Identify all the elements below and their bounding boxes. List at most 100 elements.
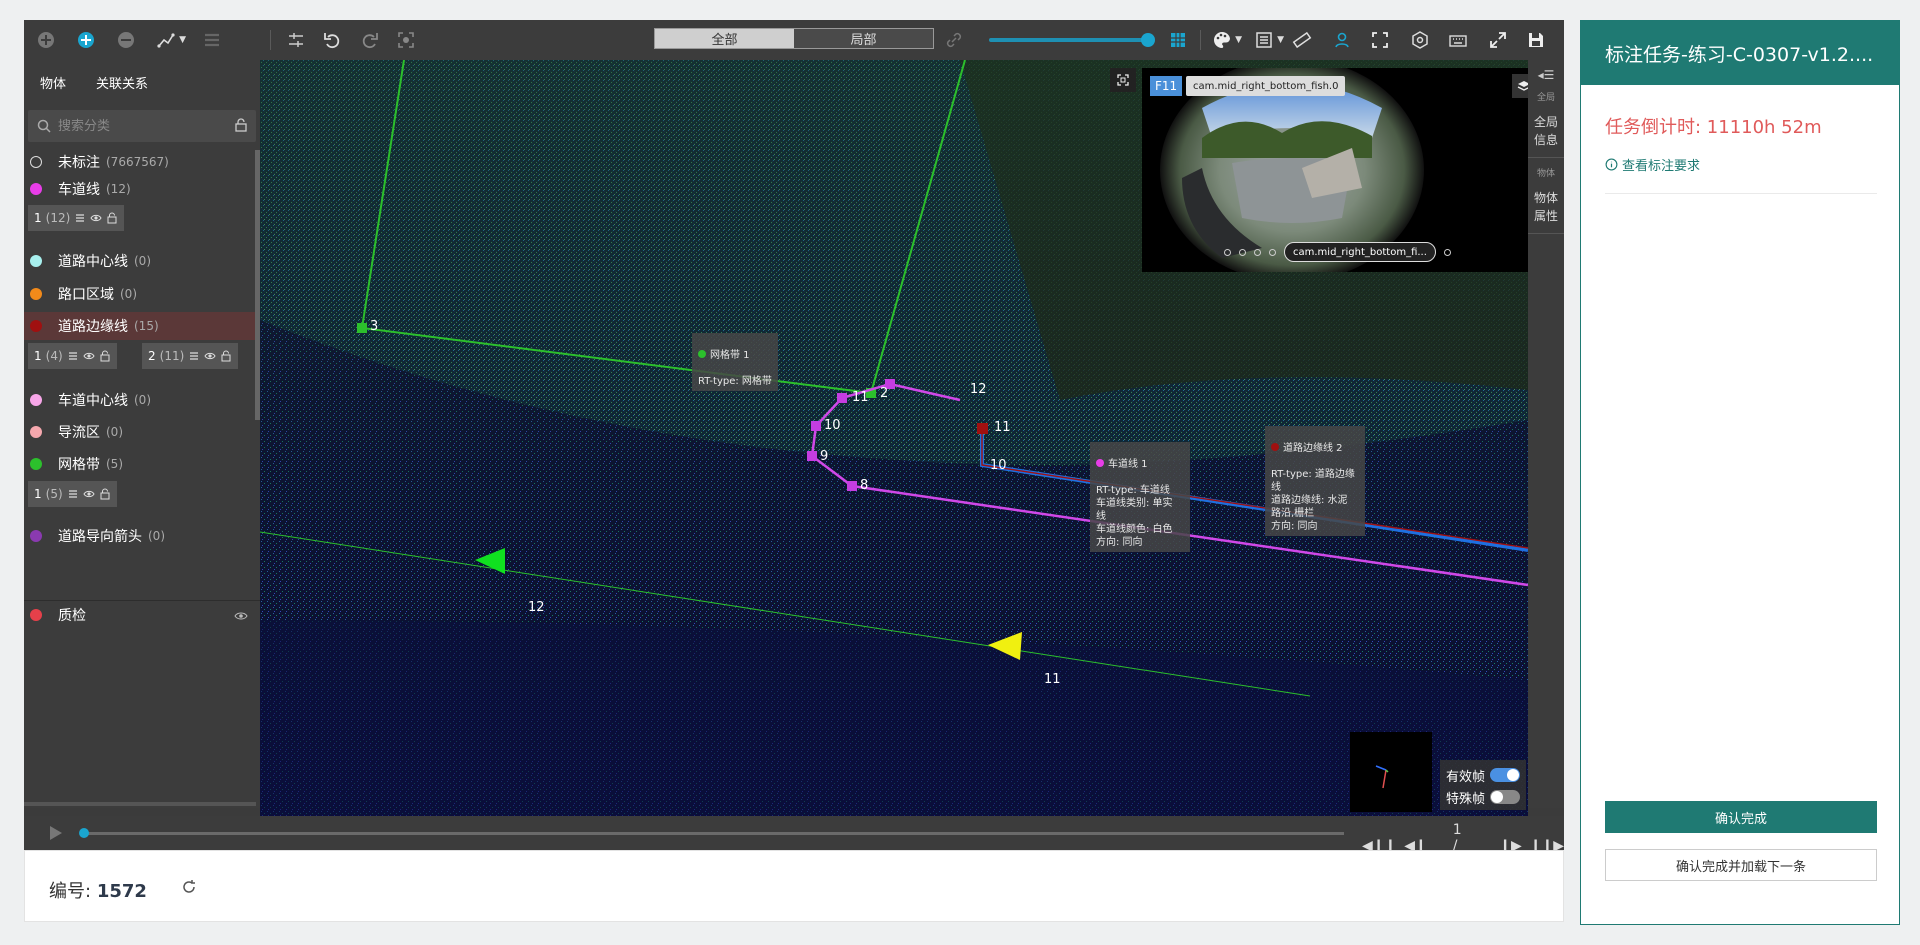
panel-resize-bar[interactable] [24, 802, 256, 806]
instance-chip-edge-1[interactable]: 1 (4) [28, 343, 117, 369]
crosshair-add-icon[interactable] [34, 28, 58, 52]
class-item-junction-area[interactable]: 路口区域 (0) [24, 280, 256, 308]
point-cloud-viewport[interactable]: 3 2 11 12 10 9 8 11 10 12 11 网格带 1 RT-ty… [260, 60, 1528, 816]
ruler-icon[interactable] [1290, 28, 1314, 52]
pager-dot[interactable] [1269, 248, 1276, 256]
class-color-dot [30, 156, 42, 168]
class-item-unlabeled[interactable]: 未标注 (7667567) [24, 148, 256, 176]
list-icon[interactable]: ▼ [1252, 28, 1284, 52]
list-icon[interactable] [67, 488, 79, 500]
play-icon[interactable] [46, 824, 64, 842]
view-requirements-link[interactable]: 查看标注要求 [1605, 155, 1700, 174]
pager-dot[interactable] [1254, 248, 1261, 256]
object-label-road-edge[interactable]: 道路边缘线 2 RT-type: 道路边缘 线 道路边缘线: 水泥 路沿,栅栏 … [1265, 426, 1365, 536]
adjust-icon[interactable] [284, 28, 308, 52]
list-icon[interactable] [188, 350, 200, 362]
class-item-lane-center-line[interactable]: 车道中心线 (0) [24, 386, 256, 414]
chevron-down-icon: ▼ [1235, 35, 1242, 45]
rail-divider [1528, 233, 1564, 234]
view-mode-local[interactable]: 局部 [794, 29, 933, 48]
tab-objects[interactable]: 物体 [40, 73, 66, 92]
pager-dot[interactable] [1443, 248, 1451, 256]
instance-chip-grid-1[interactable]: 1 (5) [28, 481, 117, 507]
class-item-guide-arrow[interactable]: 道路导向箭头 (0) [24, 522, 256, 550]
confirm-complete-button[interactable]: 确认完成 [1605, 801, 1877, 833]
class-color-dot [30, 530, 42, 542]
timeline-handle[interactable] [79, 828, 89, 838]
undo-icon[interactable] [320, 28, 344, 52]
label-color-dot [698, 350, 706, 358]
unlock-icon[interactable] [99, 350, 111, 362]
rail-divider [1528, 157, 1564, 158]
instance-chip-edge-2[interactable]: 2 (11) [142, 343, 239, 369]
class-color-dot [30, 426, 42, 438]
instance-id: 1 [34, 211, 42, 225]
list-icon[interactable] [67, 350, 79, 362]
redo-icon[interactable] [358, 28, 382, 52]
unlock-icon[interactable] [106, 212, 118, 224]
class-item-diversion-area[interactable]: 导流区 (0) [24, 418, 256, 446]
eye-icon[interactable] [90, 212, 102, 224]
class-item-road-center-line[interactable]: 道路中心线 (0) [24, 247, 256, 275]
point-size-slider[interactable] [989, 33, 1155, 47]
fit-screen-icon[interactable] [1368, 28, 1392, 52]
focus-icon[interactable] [394, 28, 418, 52]
qc-label: 质检 [58, 607, 86, 624]
zoom-out-icon[interactable] [114, 28, 138, 52]
zoom-in-icon[interactable] [74, 28, 98, 52]
eye-icon[interactable] [234, 609, 248, 623]
object-attributes-button[interactable]: 物体 属性 [1528, 189, 1564, 225]
serial-label: 编号: [49, 881, 92, 902]
timeline-track[interactable] [79, 828, 1344, 838]
instance-chip-lane-1[interactable]: 1 (12) [28, 205, 125, 231]
refresh-icon[interactable] [181, 879, 197, 895]
link-icon[interactable] [942, 28, 966, 52]
camera-preview[interactable]: F11 cam.mid_right_bottom_fish.0 cam.mid_… [1142, 60, 1528, 282]
unlock-icon[interactable] [99, 488, 111, 500]
layer-stack-icon[interactable] [200, 28, 224, 52]
class-color-dot [30, 255, 42, 267]
object-label-grid-band[interactable]: 网格带 1 RT-type: 网格带 [692, 333, 778, 391]
class-name: 道路中心线 [58, 254, 128, 270]
tab-relations[interactable]: 关联关系 [96, 73, 148, 92]
class-count: (0) [148, 529, 165, 543]
class-item-grid-band[interactable]: 网格带 (5) [24, 450, 256, 478]
list-icon[interactable] [74, 212, 86, 224]
layers-icon[interactable] [1512, 74, 1528, 98]
valid-frame-toggle[interactable] [1490, 768, 1520, 782]
rail-section-global: 全局 [1536, 93, 1555, 103]
eye-icon[interactable] [204, 350, 216, 362]
person-pin-icon[interactable] [1330, 28, 1354, 52]
pager-dot[interactable] [1239, 248, 1246, 256]
instance-id: 1 [34, 349, 42, 363]
collapse-panel-icon[interactable]: ◂☰ [1528, 68, 1564, 82]
save-icon[interactable] [1524, 28, 1548, 52]
object-label-lane-line[interactable]: 车道线 1 RT-type: 车道线 车道线类别: 单实 线 车道线颜色: 白色… [1090, 442, 1190, 552]
search-input[interactable] [58, 116, 218, 136]
unlock-icon[interactable] [220, 350, 232, 362]
view-mode-all[interactable]: 全部 [655, 29, 794, 48]
slider-handle[interactable] [1141, 33, 1155, 47]
polyline-tool-icon[interactable]: ▼ [154, 28, 186, 52]
instance-count: (5) [45, 487, 63, 501]
eye-icon[interactable] [83, 488, 95, 500]
confirm-and-load-next-button[interactable]: 确认完成并加载下一条 [1605, 849, 1877, 881]
special-frame-toggle[interactable] [1490, 790, 1520, 804]
class-count: (5) [106, 457, 123, 471]
grid-icon[interactable] [1166, 28, 1190, 52]
camera-select-pill[interactable]: cam.mid_right_bottom_fi... [1284, 242, 1436, 262]
keyboard-icon[interactable] [1446, 28, 1470, 52]
camera-fullscreen-button[interactable] [1110, 68, 1136, 92]
expand-icon[interactable] [1486, 28, 1510, 52]
global-info-button[interactable]: 全局 信息 [1528, 113, 1564, 149]
unlock-icon[interactable] [234, 118, 248, 132]
eye-icon[interactable] [83, 350, 95, 362]
class-item-road-edge-line[interactable]: 道路边缘线 (15) [24, 312, 256, 340]
palette-icon[interactable]: ▼ [1210, 28, 1242, 52]
pager-dot[interactable] [1224, 248, 1231, 256]
class-name: 路口区域 [58, 287, 114, 303]
quality-check-item[interactable]: 质检 [24, 600, 260, 628]
instance-count: (12) [45, 211, 71, 225]
class-item-lane-line[interactable]: 车道线 (12) [24, 175, 256, 203]
settings-hex-icon[interactable] [1408, 28, 1432, 52]
